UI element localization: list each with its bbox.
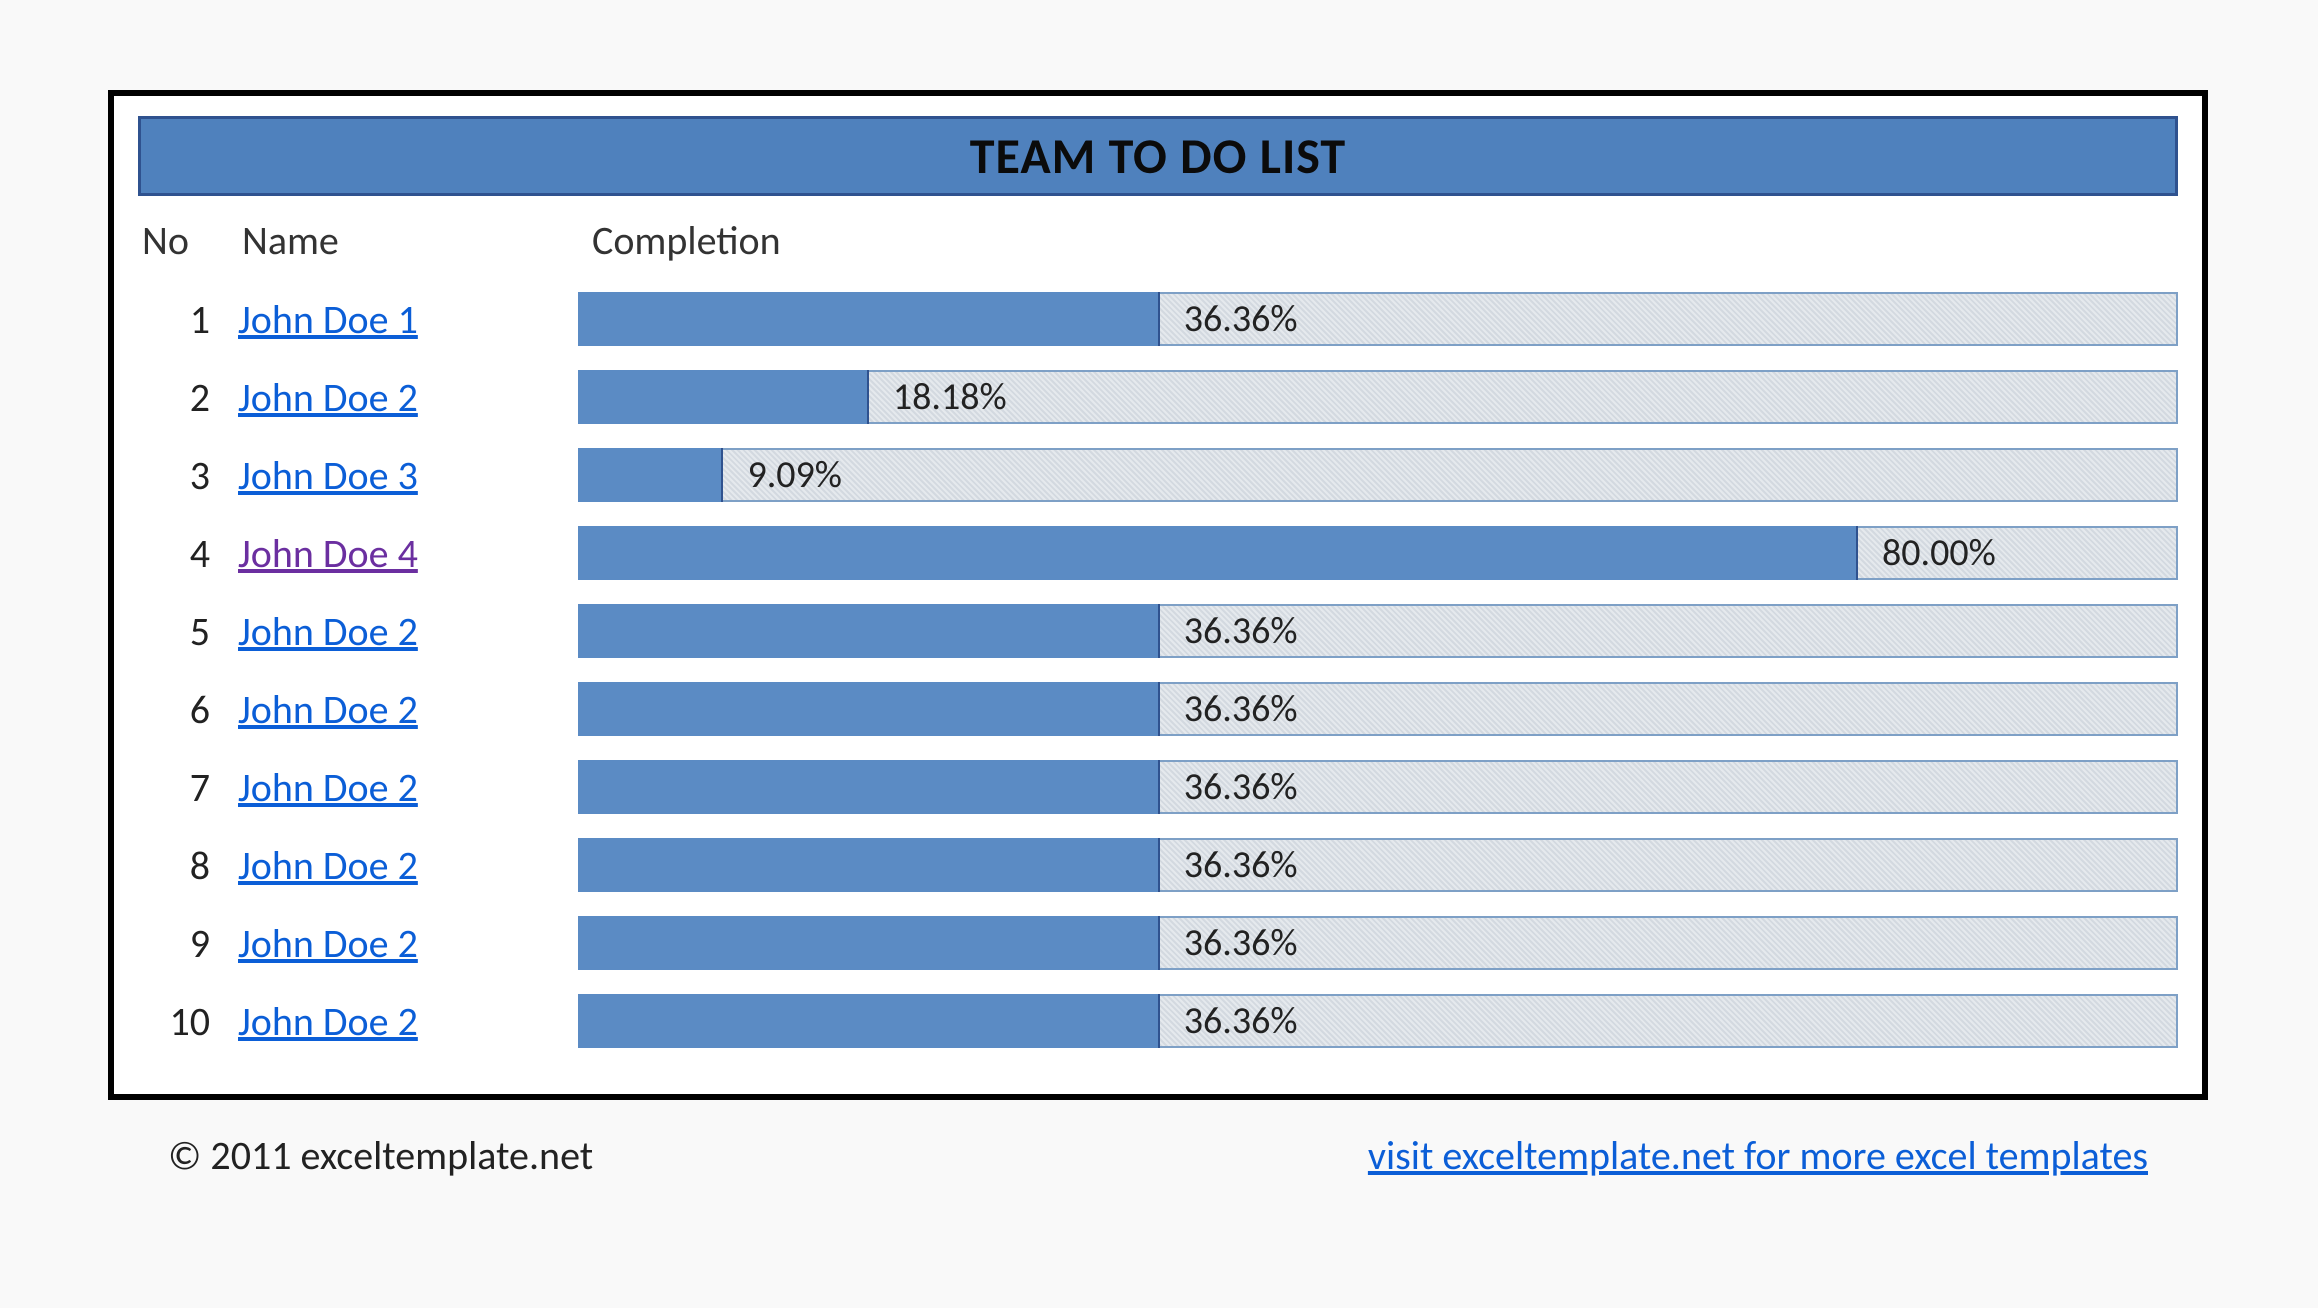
row-no: 5 <box>138 607 238 656</box>
bar-fill <box>578 370 869 424</box>
todo-card: TEAM TO DO LIST No Name Completion 1John… <box>108 90 2208 1100</box>
completion-bar: 36.36% <box>578 682 2178 736</box>
row-no: 2 <box>138 373 238 422</box>
title-text: TEAM TO DO LIST <box>970 126 1346 187</box>
row-name-link[interactable]: John Doe 2 <box>238 763 418 812</box>
rows-container: 1John Doe 136.36%2John Doe 218.18%3John … <box>138 280 2178 1060</box>
column-headers: No Name Completion <box>138 216 2178 272</box>
col-header-name: Name <box>242 216 582 265</box>
bar-fill <box>578 682 1160 736</box>
row-no: 7 <box>138 763 238 812</box>
row-name-cell: John Doe 2 <box>238 997 578 1046</box>
completion-bar: 18.18% <box>578 370 2178 424</box>
bar-label: 80.00% <box>1858 526 1996 580</box>
row-name-cell: John Doe 2 <box>238 763 578 812</box>
bar-label: 9.09% <box>723 448 842 502</box>
row-no: 1 <box>138 295 238 344</box>
row-name-cell: John Doe 3 <box>238 451 578 500</box>
row-no: 10 <box>138 997 238 1046</box>
row-no: 6 <box>138 685 238 734</box>
bar-label: 36.36% <box>1160 682 1298 736</box>
table-row: 2John Doe 2 18.18% <box>138 358 2178 436</box>
completion-bar: 36.36% <box>578 838 2178 892</box>
bar-label: 36.36% <box>1160 604 1298 658</box>
table-row: 5John Doe 2 36.36% <box>138 592 2178 670</box>
bar-label: 36.36% <box>1160 916 1298 970</box>
row-name-link[interactable]: John Doe 2 <box>238 841 418 890</box>
title-bar: TEAM TO DO LIST <box>138 116 2178 196</box>
bar-fill <box>578 838 1160 892</box>
completion-bar: 36.36% <box>578 604 2178 658</box>
bar-fill <box>578 994 1160 1048</box>
row-name-link[interactable]: John Doe 4 <box>238 529 418 578</box>
table-row: 6John Doe 2 36.36% <box>138 670 2178 748</box>
completion-bar: 36.36% <box>578 292 2178 346</box>
row-name-cell: John Doe 2 <box>238 373 578 422</box>
table-row: 1John Doe 1 36.36% <box>138 280 2178 358</box>
table-row: 8John Doe 2 36.36% <box>138 826 2178 904</box>
completion-bar: 9.09% <box>578 448 2178 502</box>
row-name-link[interactable]: John Doe 2 <box>238 373 418 422</box>
row-name-cell: John Doe 2 <box>238 607 578 656</box>
bar-label: 36.36% <box>1160 760 1298 814</box>
table-row: 7John Doe 2 36.36% <box>138 748 2178 826</box>
bar-fill <box>578 448 723 502</box>
bar-label: 18.18% <box>869 370 1007 424</box>
footer-copyright: © 2011 exceltemplate.net <box>168 1131 593 1180</box>
row-no: 8 <box>138 841 238 890</box>
bar-label: 36.36% <box>1160 994 1298 1048</box>
completion-bar: 36.36% <box>578 760 2178 814</box>
bar-label: 36.36% <box>1160 292 1298 346</box>
row-name-link[interactable]: John Doe 3 <box>238 451 418 500</box>
row-name-link[interactable]: John Doe 1 <box>238 295 418 344</box>
table-row: 9John Doe 2 36.36% <box>138 904 2178 982</box>
row-name-link[interactable]: John Doe 2 <box>238 919 418 968</box>
bar-fill <box>578 916 1160 970</box>
completion-bar: 36.36% <box>578 916 2178 970</box>
row-name-link[interactable]: John Doe 2 <box>238 685 418 734</box>
col-header-no: No <box>138 216 242 265</box>
row-name-cell: John Doe 2 <box>238 685 578 734</box>
row-name-cell: John Doe 2 <box>238 919 578 968</box>
completion-bar: 80.00% <box>578 526 2178 580</box>
bar-fill <box>578 526 1858 580</box>
footer: © 2011 exceltemplate.net visit exceltemp… <box>108 1120 2208 1190</box>
row-name-cell: John Doe 1 <box>238 295 578 344</box>
row-no: 4 <box>138 529 238 578</box>
col-header-completion: Completion <box>582 216 2178 265</box>
bar-fill <box>578 604 1160 658</box>
row-no: 3 <box>138 451 238 500</box>
row-name-cell: John Doe 2 <box>238 841 578 890</box>
bar-label: 36.36% <box>1160 838 1298 892</box>
table-row: 3John Doe 3 9.09% <box>138 436 2178 514</box>
footer-link[interactable]: visit exceltemplate.net for more excel t… <box>1368 1131 2148 1180</box>
table-row: 10John Doe 2 36.36% <box>138 982 2178 1060</box>
bar-fill <box>578 292 1160 346</box>
row-name-link[interactable]: John Doe 2 <box>238 997 418 1046</box>
row-no: 9 <box>138 919 238 968</box>
row-name-cell: John Doe 4 <box>238 529 578 578</box>
table-row: 4John Doe 4 80.00% <box>138 514 2178 592</box>
completion-bar: 36.36% <box>578 994 2178 1048</box>
row-name-link[interactable]: John Doe 2 <box>238 607 418 656</box>
bar-fill <box>578 760 1160 814</box>
